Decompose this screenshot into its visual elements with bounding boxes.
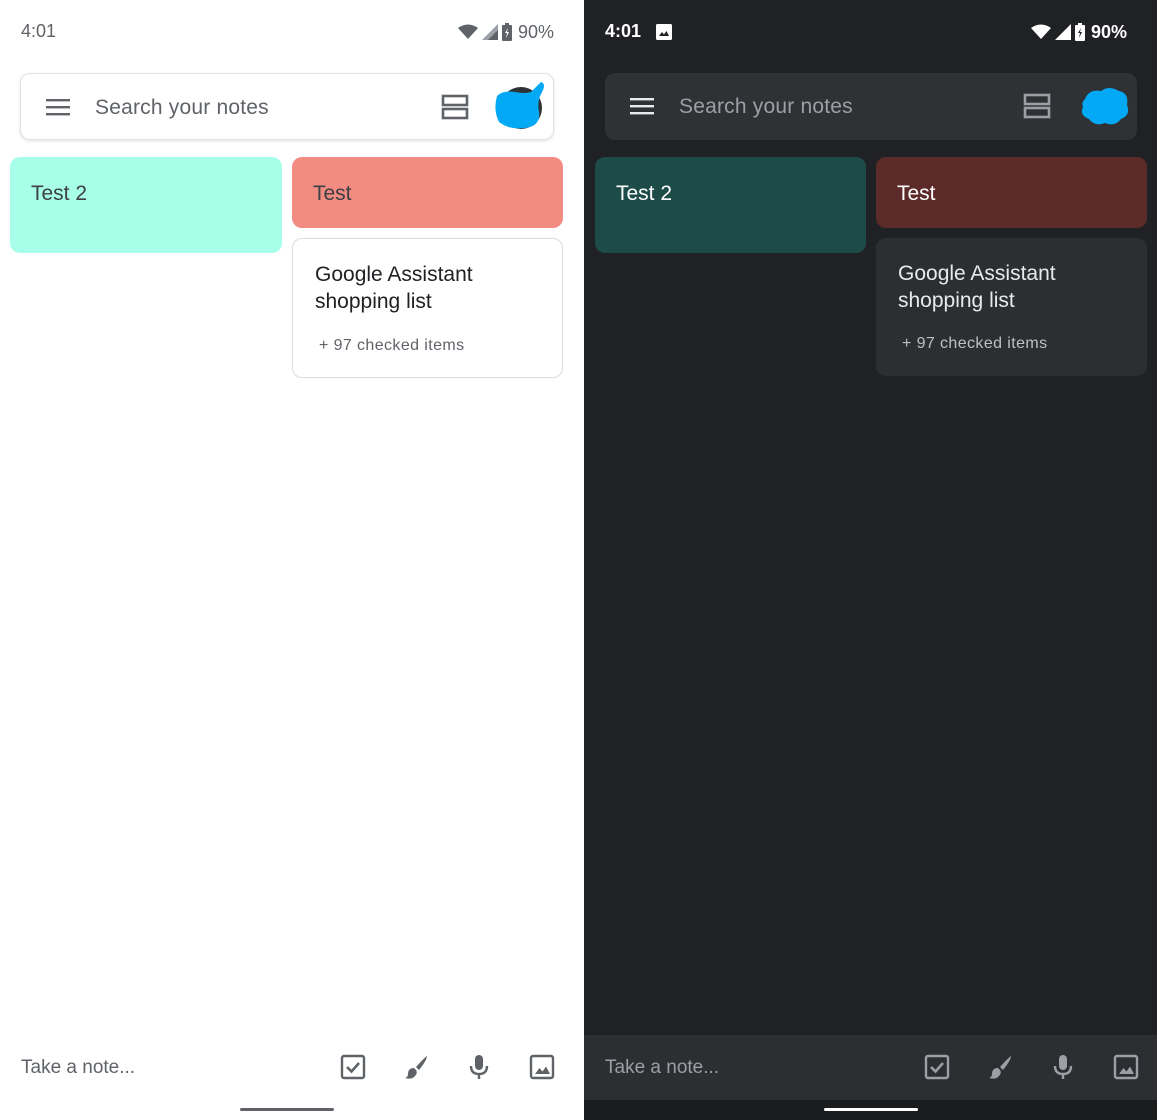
checkbox-icon[interactable] bbox=[339, 1053, 367, 1081]
note-card[interactable]: Test bbox=[876, 157, 1147, 228]
gesture-nav-bar bbox=[584, 1100, 1157, 1120]
search-input[interactable]: Search your notes bbox=[679, 95, 853, 119]
list-layout-icon[interactable] bbox=[1023, 92, 1051, 120]
note-card[interactable]: Google Assistant shopping list + 97 chec… bbox=[292, 238, 563, 378]
avatar[interactable] bbox=[495, 82, 545, 132]
checked-items-count: + 97 checked items bbox=[319, 337, 465, 354]
note-title: Test 2 bbox=[616, 182, 673, 205]
bottom-bar: Take a note... bbox=[584, 1035, 1157, 1100]
nav-handle[interactable] bbox=[824, 1108, 918, 1111]
dark-theme-panel: 4:01 90% Search your notes Test 2 Test G… bbox=[584, 0, 1157, 1120]
note-title: Google Assistant shopping list bbox=[898, 262, 1056, 312]
checked-items-count: + 97 checked items bbox=[902, 335, 1048, 352]
brush-icon[interactable] bbox=[402, 1053, 430, 1081]
status-icons: 90% bbox=[457, 21, 554, 42]
image-icon[interactable] bbox=[1112, 1053, 1140, 1081]
image-icon[interactable] bbox=[528, 1053, 556, 1081]
nav-handle[interactable] bbox=[240, 1108, 334, 1111]
note-title: Test bbox=[313, 182, 352, 205]
gesture-nav-bar bbox=[0, 1100, 584, 1120]
status-bar: 4:01 90% bbox=[0, 0, 584, 64]
bottom-bar: Take a note... bbox=[0, 1035, 584, 1100]
menu-icon[interactable] bbox=[45, 96, 71, 118]
light-theme-panel: 4:01 90% Search your notes Test 2 Test G… bbox=[0, 0, 584, 1120]
image-notification-icon bbox=[656, 24, 672, 40]
take-note-input[interactable]: Take a note... bbox=[21, 1057, 135, 1079]
status-time: 4:01 bbox=[21, 21, 57, 41]
mic-icon[interactable] bbox=[465, 1053, 493, 1081]
battery-icon bbox=[1074, 23, 1085, 41]
search-bar[interactable]: Search your notes bbox=[605, 73, 1137, 140]
status-bar: 4:01 90% bbox=[584, 0, 1157, 64]
take-note-input[interactable]: Take a note... bbox=[605, 1057, 719, 1079]
note-card[interactable]: Test 2 bbox=[595, 157, 866, 253]
checkbox-icon[interactable] bbox=[923, 1053, 951, 1081]
search-input[interactable]: Search your notes bbox=[95, 96, 269, 120]
note-title: Test 2 bbox=[31, 182, 88, 205]
search-bar[interactable]: Search your notes bbox=[20, 73, 554, 140]
signal-icon bbox=[1054, 24, 1071, 40]
note-title: Google Assistant shopping list bbox=[315, 263, 473, 313]
avatar[interactable] bbox=[1079, 81, 1129, 131]
status-time: 4:01 bbox=[605, 21, 642, 41]
signal-icon bbox=[481, 24, 498, 40]
battery-percent: 90% bbox=[1090, 21, 1127, 42]
list-layout-icon[interactable] bbox=[441, 93, 469, 121]
wifi-icon bbox=[1030, 24, 1051, 39]
wifi-icon bbox=[457, 24, 478, 39]
note-card[interactable]: Test 2 bbox=[10, 157, 282, 253]
note-card[interactable]: Test bbox=[292, 157, 563, 228]
status-icons: 90% bbox=[1030, 21, 1127, 42]
brush-icon[interactable] bbox=[986, 1053, 1014, 1081]
note-card[interactable]: Google Assistant shopping list + 97 chec… bbox=[876, 238, 1147, 376]
battery-percent: 90% bbox=[517, 21, 554, 42]
mic-icon[interactable] bbox=[1049, 1053, 1077, 1081]
menu-icon[interactable] bbox=[629, 95, 655, 117]
note-title: Test bbox=[897, 182, 936, 205]
battery-icon bbox=[501, 23, 512, 41]
